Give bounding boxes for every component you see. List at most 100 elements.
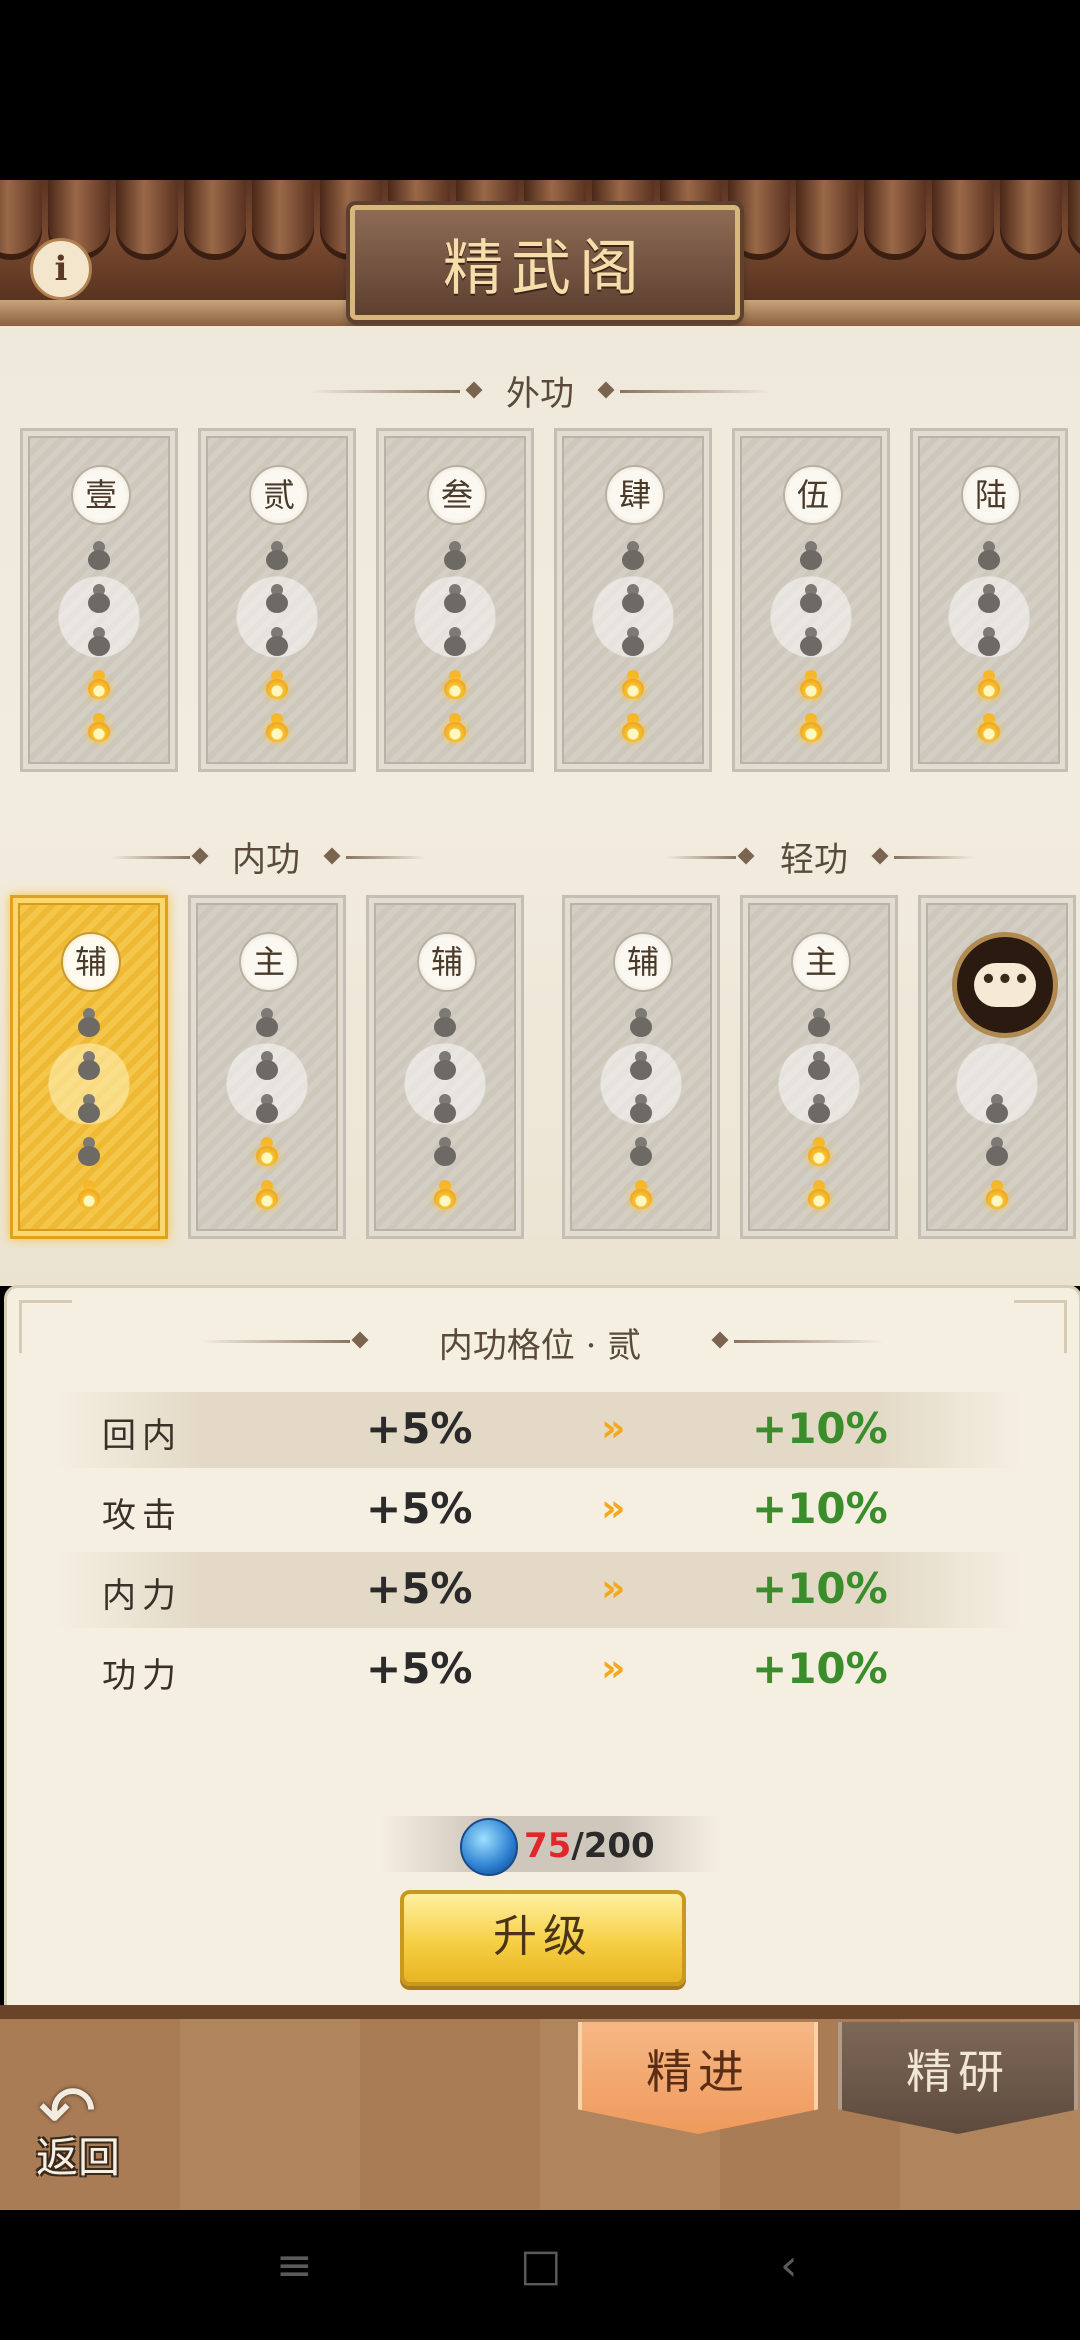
section-title-waigong: 外功 <box>506 374 574 414</box>
spirit-orb-icon <box>460 1818 518 1876</box>
cost-current: 75 <box>524 1826 572 1866</box>
gourd-icon <box>254 1051 280 1081</box>
gourd-icon <box>86 541 112 571</box>
lit-gourd-icon <box>86 713 112 743</box>
gourd-icon <box>76 1094 102 1124</box>
lit-gourd-icon <box>976 670 1002 700</box>
back-label: 返回 <box>36 2133 121 2182</box>
gourd-icon <box>432 1051 458 1081</box>
gourd-icon <box>264 541 290 571</box>
gourd-icon <box>432 1008 458 1038</box>
gourd-icon <box>798 627 824 657</box>
divider-line <box>346 856 426 859</box>
slot-card[interactable]: 壹 <box>20 428 178 772</box>
gourd-icon <box>432 1094 458 1124</box>
info-icon[interactable]: i <box>30 238 92 300</box>
gourd-icon <box>442 627 468 657</box>
slot-card[interactable]: 主 <box>740 895 898 1239</box>
stat-row: 攻击 +5% » +10% <box>56 1472 1021 1548</box>
lit-gourd-icon <box>976 713 1002 743</box>
lit-gourd-icon <box>254 1180 280 1210</box>
arrow-icon: » <box>601 1566 625 1610</box>
cost-total: /200 <box>571 1826 655 1866</box>
stat-name: 内力 <box>102 1576 182 1616</box>
slot-card[interactable]: 肆 <box>554 428 712 772</box>
stat-next: +10% <box>752 1644 888 1693</box>
cost-text: 75/200 <box>524 1826 655 1866</box>
divider-line <box>894 856 974 859</box>
stat-name: 攻击 <box>102 1496 182 1536</box>
gourd-icon <box>628 1137 654 1167</box>
slot-card[interactable]: 辅 <box>366 895 524 1239</box>
gourd-icon <box>620 541 646 571</box>
slot-badge: 贰 <box>249 465 309 525</box>
stat-row: 功力 +5% » +10% <box>56 1632 1021 1708</box>
gourd-icon <box>806 1008 832 1038</box>
status-bar <box>0 0 1080 180</box>
roof-tile <box>1000 180 1062 260</box>
lit-gourd-icon <box>264 670 290 700</box>
stat-next: +10% <box>752 1484 888 1533</box>
roof-tile <box>0 180 42 260</box>
gourd-icon <box>798 584 824 614</box>
slot-card[interactable]: 贰 <box>198 428 356 772</box>
lit-gourd-icon <box>254 1137 280 1167</box>
gourd-icon <box>806 1051 832 1081</box>
stat-current: +5% <box>366 1644 473 1693</box>
gourd-icon <box>264 584 290 614</box>
stat-name: 功力 <box>102 1656 182 1696</box>
roof-tile <box>116 180 178 260</box>
slot-card[interactable]: 陆 <box>910 428 1068 772</box>
slot-card[interactable]: 叁 <box>376 428 534 772</box>
lit-gourd-icon <box>806 1137 832 1167</box>
back-button[interactable]: ↶ 返回 <box>30 2070 140 2182</box>
slot-card[interactable]: 伍 <box>732 428 890 772</box>
gourd-icon <box>442 541 468 571</box>
gourd-icon <box>76 1008 102 1038</box>
gourd-icon <box>264 627 290 657</box>
gourd-icon <box>976 541 1002 571</box>
lit-gourd-icon <box>984 1180 1010 1210</box>
page-title: 精武阁 <box>443 234 647 304</box>
chat-icon[interactable]: ••• <box>952 932 1058 1038</box>
gourd-icon <box>86 627 112 657</box>
gourd-icon <box>984 1137 1010 1167</box>
stat-row: 内力 +5% » +10% <box>56 1552 1021 1628</box>
upgrade-button[interactable]: 升级 <box>400 1890 686 1986</box>
slot-card[interactable]: 辅 <box>562 895 720 1239</box>
slot-badge: 辅 <box>61 932 121 992</box>
lit-gourd-icon <box>86 670 112 700</box>
menu-icon[interactable]: ≡ <box>276 2240 313 2291</box>
divider-line <box>310 390 460 393</box>
slot-badge: 叁 <box>427 465 487 525</box>
roof-tile <box>252 180 314 260</box>
gourd-icon <box>76 1137 102 1167</box>
panel-title: 内功格位 · 贰 <box>438 1326 642 1366</box>
slot-badge: 肆 <box>605 465 665 525</box>
slot-card[interactable]: 辅 <box>10 895 168 1239</box>
gourd-icon <box>628 1008 654 1038</box>
home-icon[interactable]: □ <box>520 2240 562 2291</box>
stat-next: +10% <box>752 1564 888 1613</box>
lit-gourd-icon <box>628 1180 654 1210</box>
lit-gourd-icon <box>806 1180 832 1210</box>
lit-gourd-icon <box>442 670 468 700</box>
slot-badge: 主 <box>239 932 299 992</box>
slot-badge: 陆 <box>961 465 1021 525</box>
nav-back-icon[interactable]: ‹ <box>780 2240 798 2291</box>
gourd-icon <box>628 1051 654 1081</box>
lit-gourd-icon <box>620 713 646 743</box>
stat-current: +5% <box>366 1564 473 1613</box>
slot-badge: 壹 <box>71 465 131 525</box>
slot-badge: 伍 <box>783 465 843 525</box>
stat-current: +5% <box>366 1484 473 1533</box>
arrow-icon: » <box>601 1406 625 1450</box>
roof-tile <box>932 180 994 260</box>
section-title-qinggong: 轻功 <box>780 840 848 880</box>
roof-tile <box>864 180 926 260</box>
arrow-icon: » <box>601 1646 625 1690</box>
gourd-icon <box>976 584 1002 614</box>
roof-tile <box>1068 180 1080 260</box>
slot-card[interactable]: 主 <box>188 895 346 1239</box>
gourd-icon <box>806 1094 832 1124</box>
